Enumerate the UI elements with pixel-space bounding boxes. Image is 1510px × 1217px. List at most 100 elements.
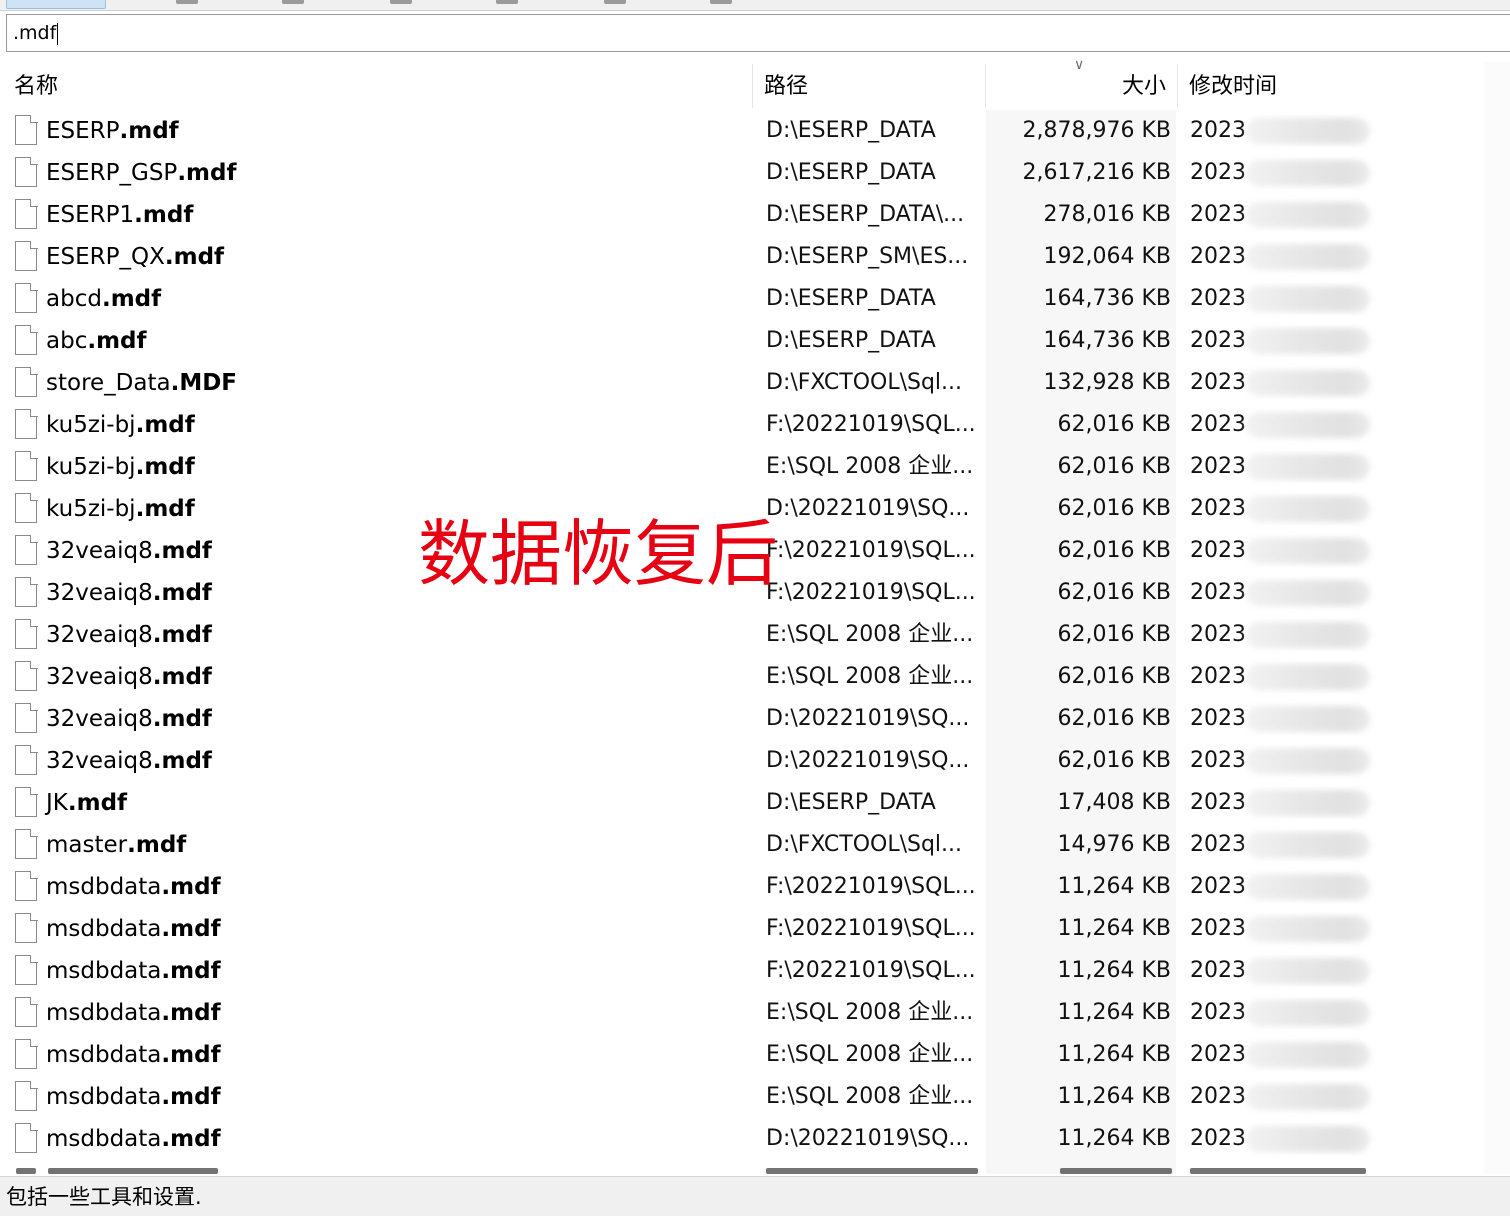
table-row[interactable]: 32veaiq8.mdf E:\SQL 2008 企业... 62,016 KB 20… <box>0 614 1510 656</box>
file-size: 164,736 KB <box>1043 286 1172 311</box>
table-row[interactable]: ESERP1.mdf D:\ESERP_DATA\... 278,016 KB 202… <box>0 194 1510 236</box>
table-row[interactable]: msdbdata.mdf F:\20221019\SQL... 11,264 KB 2… <box>0 950 1510 992</box>
file-name: ku5zi-bj.mdf <box>46 404 195 446</box>
column-divider[interactable] <box>1177 64 1178 108</box>
file-name: master.mdf <box>46 824 186 866</box>
table-row[interactable]: msdbdata.mdf D:\20221019\SQ... 11,264 KB 20… <box>0 1118 1510 1160</box>
column-header-name[interactable]: 名称 <box>14 62 750 110</box>
search-input[interactable]: .mdf <box>6 14 1510 52</box>
table-row[interactable]: master.mdf D:\FXCTOOL\Sql... 14,976 KB 2023 <box>0 824 1510 866</box>
file-name-ext: .mdf <box>161 958 221 984</box>
tab[interactable] <box>176 0 198 4</box>
file-modified-time: 2023 <box>1190 790 1246 815</box>
search-input-value: .mdf <box>13 22 57 44</box>
table-row[interactable]: ESERP.mdf D:\ESERP_DATA 2,878,976 KB 2023 <box>0 110 1510 152</box>
table-row[interactable]: 32veaiq8.mdf D:\20221019\SQ... 62,016 KB 20… <box>0 698 1510 740</box>
table-row[interactable]: ku5zi-bj.mdf F:\20221019\SQL... 62,016 KB 2… <box>0 404 1510 446</box>
file-name: msdbdata.mdf <box>46 950 221 992</box>
file-icon <box>15 114 38 145</box>
file-name: 32veaiq8.mdf <box>46 530 212 572</box>
table-row[interactable]: msdbdata.mdf F:\20221019\SQL... 11,264 KB 2… <box>0 908 1510 950</box>
file-name: msdbdata.mdf <box>46 1118 221 1160</box>
file-name-base: 32veaiq8 <box>46 538 153 564</box>
file-size: 192,064 KB <box>1043 244 1172 269</box>
file-name-ext: .mdf <box>135 454 195 480</box>
file-name: ESERP.mdf <box>46 110 179 152</box>
file-icon <box>15 534 38 565</box>
table-row[interactable]: msdbdata.mdf E:\SQL 2008 企业... 11,264 KB 20… <box>0 1076 1510 1118</box>
file-modified-time: 2023 <box>1190 496 1246 521</box>
file-size: 62,016 KB <box>1057 664 1172 689</box>
file-path: F:\20221019\SQL... <box>766 958 976 983</box>
column-header-modified[interactable]: 修改时间 <box>1189 62 1479 110</box>
file-icon <box>15 912 38 943</box>
file-name: store_Data.MDF <box>46 362 237 404</box>
tab[interactable] <box>282 0 304 4</box>
file-name-base: ku5zi-bj <box>46 496 136 522</box>
tab[interactable] <box>390 0 412 4</box>
file-icon <box>15 870 38 901</box>
file-modified-time: 2023 <box>1190 412 1246 437</box>
file-name: msdbdata.mdf <box>46 1034 221 1076</box>
file-modified-time: 2023 <box>1190 286 1246 311</box>
table-row[interactable]: abc.mdf D:\ESERP_DATA 164,736 KB 2023 <box>0 320 1510 362</box>
file-path: D:\ESERP_DATA <box>766 118 936 143</box>
file-icon <box>15 1038 38 1069</box>
file-name-ext: .mdf <box>152 580 212 606</box>
table-row[interactable]: msdbdata.mdf F:\20221019\SQL... 11,264 KB 2… <box>0 866 1510 908</box>
tab-active[interactable] <box>6 0 106 9</box>
table-row[interactable]: msdbdata.mdf E:\SQL 2008 企业... 11,264 KB 20… <box>0 992 1510 1034</box>
status-bar: 包括一些工具和设置. <box>0 1176 1510 1216</box>
file-name-ext: .mdf <box>87 328 147 354</box>
file-size: 11,264 KB <box>1057 1084 1172 1109</box>
file-icon <box>15 954 38 985</box>
column-divider[interactable] <box>752 64 753 108</box>
redacted-time-blur <box>1246 160 1370 186</box>
partial-table-row[interactable] <box>0 1160 1510 1174</box>
file-icon <box>15 744 38 775</box>
table-row[interactable]: JK.mdf D:\ESERP_DATA 17,408 KB 2023 <box>0 782 1510 824</box>
file-path: D:\ESERP_DATA <box>766 790 936 815</box>
file-size: 62,016 KB <box>1057 580 1172 605</box>
tab[interactable] <box>604 0 626 4</box>
file-name-ext: .mdf <box>135 496 195 522</box>
file-name: msdbdata.mdf <box>46 992 221 1034</box>
file-name-base: store_Data <box>46 370 171 396</box>
file-name-base: ku5zi-bj <box>46 454 136 480</box>
table-row[interactable]: store_Data.MDF D:\FXCTOOL\Sql... 132,928 K… <box>0 362 1510 404</box>
table-row[interactable]: ku5zi-bj.mdf E:\SQL 2008 企业... 62,016 KB 20… <box>0 446 1510 488</box>
file-path: D:\ESERP_SM\ES... <box>766 244 969 269</box>
file-modified-time: 2023 <box>1190 202 1246 227</box>
overlay-caption: 数据恢复后 <box>418 512 779 596</box>
file-modified-time: 2023 <box>1190 328 1246 353</box>
redacted-time-blur <box>1246 454 1370 480</box>
file-name-ext: .mdf <box>164 244 225 270</box>
file-name-ext: .mdf <box>161 1126 221 1152</box>
table-row[interactable]: 32veaiq8.mdf D:\20221019\SQ... 62,016 KB 20… <box>0 740 1510 782</box>
file-name: abc.mdf <box>46 320 147 362</box>
file-modified-time: 2023 <box>1190 664 1246 689</box>
file-path: D:\20221019\SQ... <box>766 748 970 773</box>
redacted-time-blur <box>1246 538 1370 564</box>
redacted-time-blur <box>1246 874 1370 900</box>
file-size: 62,016 KB <box>1057 412 1172 437</box>
file-modified-time: 2023 <box>1190 832 1246 857</box>
tab[interactable] <box>710 0 732 4</box>
file-size: 2,878,976 KB <box>1022 118 1171 143</box>
table-row[interactable]: ESERP_GSP.mdf D:\ESERP_DATA 2,617,216 KB 20… <box>0 152 1510 194</box>
redacted-time-blur <box>1246 412 1370 438</box>
file-name-base: msdbdata <box>46 1000 162 1026</box>
table-row[interactable]: msdbdata.mdf E:\SQL 2008 企业... 11,264 KB 20… <box>0 1034 1510 1076</box>
file-name: 32veaiq8.mdf <box>46 572 212 614</box>
table-row[interactable]: ESERP_QX.mdf D:\ESERP_SM\ES... 192,064 KB 2… <box>0 236 1510 278</box>
column-header-path[interactable]: 路径 <box>764 62 984 110</box>
file-icon <box>15 576 38 607</box>
file-size: 278,016 KB <box>1043 202 1172 227</box>
tab-strip <box>0 0 1510 11</box>
table-row[interactable]: 32veaiq8.mdf E:\SQL 2008 企业... 62,016 KB 20… <box>0 656 1510 698</box>
redacted-time-blur <box>1246 1126 1370 1152</box>
redacted-time-blur <box>1246 370 1370 396</box>
table-row[interactable]: abcd.mdf D:\ESERP_DATA 164,736 KB 2023 <box>0 278 1510 320</box>
tab[interactable] <box>496 0 518 4</box>
file-icon <box>15 1080 38 1111</box>
